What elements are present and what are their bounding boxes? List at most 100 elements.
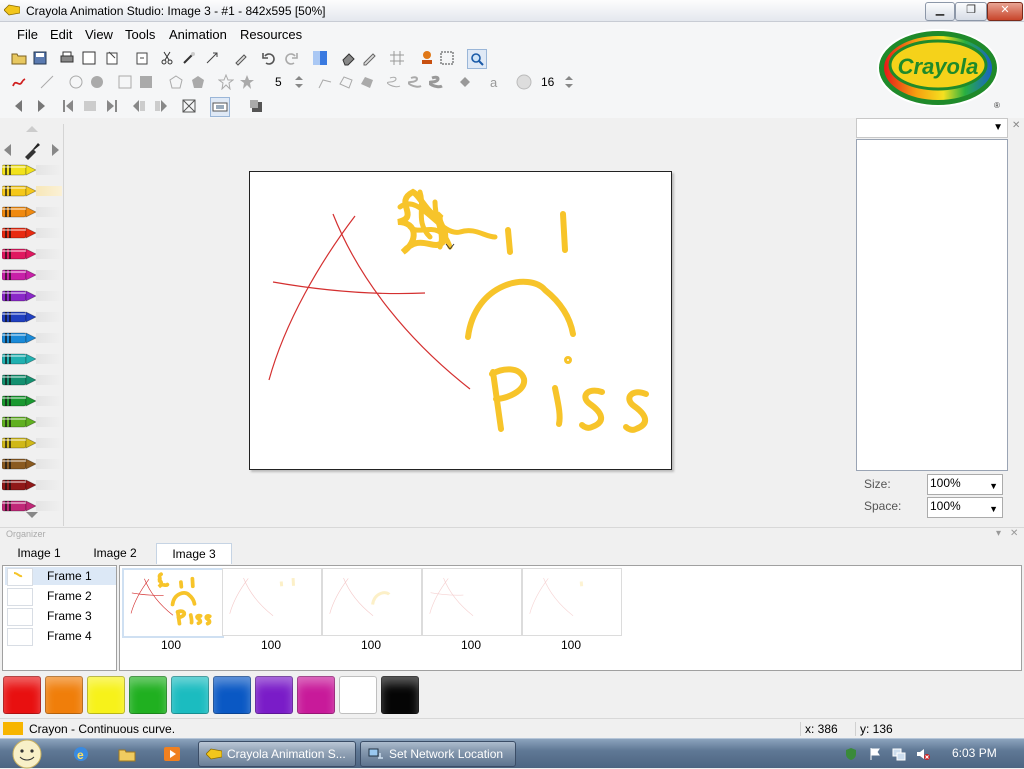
spinner-arrows-icon[interactable] — [290, 73, 308, 91]
square-filled-icon[interactable] — [137, 73, 155, 91]
scroll-up-icon[interactable] — [26, 126, 38, 132]
palette-swatch-4[interactable] — [129, 676, 167, 714]
paintbrush-icon[interactable] — [22, 140, 42, 160]
palette-swatch-6[interactable] — [213, 676, 251, 714]
minimize-button[interactable]: ▁ — [925, 2, 955, 21]
last-frame-icon[interactable] — [102, 97, 120, 115]
scroll-down-icon[interactable] — [26, 512, 38, 518]
copy-page-icon[interactable] — [133, 49, 151, 67]
eyedropper-icon[interactable] — [232, 49, 250, 67]
select-page-icon[interactable] — [103, 49, 121, 67]
film-frame-3[interactable] — [322, 568, 422, 636]
taskbar-crayola-button[interactable]: Crayola Animation S... — [198, 741, 356, 767]
internet-explorer-icon[interactable]: e — [72, 745, 90, 763]
palette-swatch-8[interactable] — [297, 676, 335, 714]
redo-icon[interactable] — [282, 49, 300, 67]
crayon-color-1[interactable] — [1, 162, 37, 178]
media-player-icon[interactable] — [163, 745, 181, 763]
film-frame-4[interactable] — [422, 568, 522, 636]
restore-button[interactable]: ❐ — [955, 2, 987, 21]
brush-size-spinner-icon[interactable] — [560, 73, 578, 91]
prev-tool-icon[interactable] — [4, 144, 11, 156]
drawing-canvas[interactable] — [249, 171, 672, 470]
frame-row-3[interactable]: Frame 3 — [5, 607, 116, 626]
space-select[interactable]: 100% ▼ — [927, 497, 1003, 518]
tab-image-3[interactable]: Image 3 — [156, 543, 232, 564]
close-panel-icon[interactable]: ✕ — [1012, 120, 1020, 131]
save-icon[interactable] — [31, 49, 49, 67]
stamp-category-dropdown[interactable]: ▼ — [856, 118, 1008, 138]
frame-row-2[interactable]: Frame 2 — [5, 587, 116, 606]
crayon-color-13[interactable] — [1, 414, 37, 430]
side-panel-scroll[interactable]: ✕ — [1009, 118, 1024, 528]
square-outline-icon[interactable] — [116, 73, 134, 91]
polyline-icon[interactable] — [316, 73, 334, 91]
filmstrip-view-icon[interactable] — [210, 97, 230, 117]
stamp-preview-panel[interactable] — [856, 139, 1008, 471]
crayon-color-8[interactable] — [1, 309, 37, 325]
curve-filled-icon[interactable] — [428, 73, 446, 91]
start-orb-icon[interactable] — [8, 739, 46, 769]
film-frame-5[interactable] — [522, 568, 622, 636]
palette-swatch-10[interactable] — [381, 676, 419, 714]
taskbar-network-button[interactable]: Set Network Location — [360, 741, 516, 767]
crayon-color-6[interactable] — [1, 267, 37, 283]
menu-animation[interactable]: Animation — [169, 27, 227, 42]
polygon-filled-icon[interactable] — [189, 73, 207, 91]
crayon-color-5[interactable] — [1, 246, 37, 262]
magic-wand-icon[interactable] — [180, 49, 198, 67]
crayon-color-11[interactable] — [1, 372, 37, 388]
curve-outline-2-icon[interactable] — [407, 73, 425, 91]
menu-tools[interactable]: Tools — [125, 27, 155, 42]
frame-row-1[interactable]: Frame 1 — [5, 567, 116, 586]
gradient-fill-icon[interactable] — [311, 49, 329, 67]
layers-icon[interactable] — [247, 97, 265, 115]
close-button[interactable]: ✕ — [987, 2, 1023, 21]
tab-image-2[interactable]: Image 2 — [84, 543, 146, 563]
scissors-icon[interactable] — [158, 49, 176, 67]
crayon-color-10[interactable] — [1, 351, 37, 367]
polygon-outline-icon[interactable] — [167, 73, 185, 91]
new-page-icon[interactable] — [80, 49, 98, 67]
play-range-icon[interactable] — [81, 97, 99, 115]
menu-edit[interactable]: Edit — [50, 27, 72, 42]
star-outline-icon[interactable] — [217, 73, 235, 91]
onion-back-icon[interactable] — [130, 97, 148, 115]
volume-muted-icon[interactable] — [916, 747, 930, 761]
fill-bucket-icon[interactable] — [456, 73, 474, 91]
palette-swatch-2[interactable] — [45, 676, 83, 714]
circle-outline-icon[interactable] — [67, 73, 85, 91]
undo-icon[interactable] — [260, 49, 278, 67]
eraser-icon[interactable] — [340, 49, 358, 67]
organizer-collapse-icon[interactable]: ▾ — [996, 528, 1001, 539]
organizer-close-icon[interactable]: ✕ — [1010, 528, 1018, 539]
tab-image-1[interactable]: Image 1 — [8, 543, 70, 563]
crayon-color-4[interactable] — [1, 225, 37, 241]
next-tool-icon[interactable] — [52, 144, 59, 156]
security-shield-icon[interactable] — [844, 747, 858, 761]
freehand-curve-icon[interactable] — [10, 73, 28, 91]
onion-forward-icon[interactable] — [152, 97, 170, 115]
prev-frame-icon[interactable] — [10, 97, 28, 115]
crayon-color-9[interactable] — [1, 330, 37, 346]
film-frame-2[interactable] — [222, 568, 322, 636]
network-tray-icon[interactable] — [892, 747, 906, 761]
fit-frame-icon[interactable] — [180, 97, 198, 115]
next-frame-icon[interactable] — [32, 97, 50, 115]
palette-swatch-7[interactable] — [255, 676, 293, 714]
grid-icon[interactable] — [388, 49, 406, 67]
crayon-color-12[interactable] — [1, 393, 37, 409]
menu-view[interactable]: View — [85, 27, 113, 42]
menu-file[interactable]: File — [17, 27, 38, 42]
crayon-color-2[interactable] — [1, 183, 37, 199]
crayon-color-15[interactable] — [1, 456, 37, 472]
palette-swatch-5[interactable] — [171, 676, 209, 714]
crayon-color-14[interactable] — [1, 435, 37, 451]
freeform-filled-icon[interactable] — [358, 73, 376, 91]
open-folder-icon[interactable] — [10, 49, 28, 67]
folder-icon[interactable] — [118, 745, 136, 763]
crayon-color-3[interactable] — [1, 204, 37, 220]
palette-swatch-3[interactable] — [87, 676, 125, 714]
print-icon[interactable] — [58, 49, 76, 67]
circle-filled-icon[interactable] — [88, 73, 106, 91]
